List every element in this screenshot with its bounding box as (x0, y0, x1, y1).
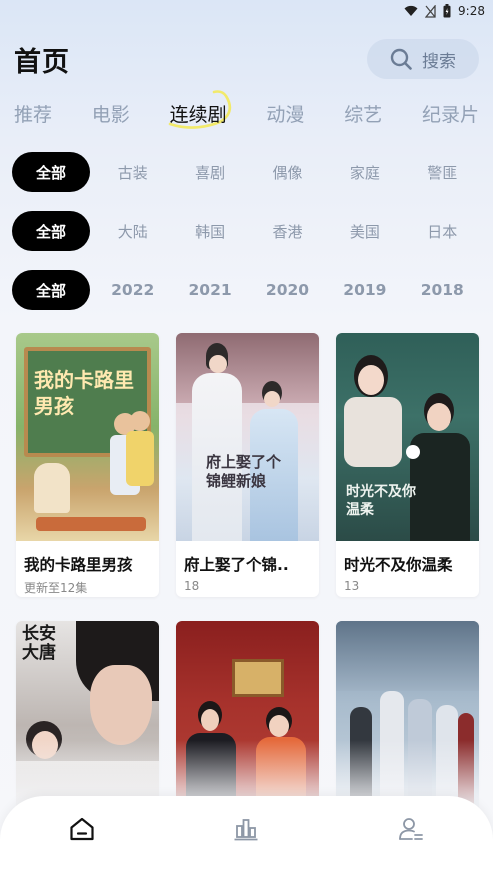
home-icon (70, 817, 94, 841)
genre-option[interactable]: 喜剧 (195, 162, 225, 183)
poster-image: 府上娶了个锦鲤新娘 (176, 333, 319, 541)
card-episodes: 18 (184, 579, 200, 593)
header: 首页 搜索 (14, 36, 479, 82)
poster-title: 府上娶了个锦鲤新娘 (206, 453, 282, 490)
wifi-icon (404, 5, 418, 17)
poster-image: 我的卡路里男孩 (16, 333, 159, 541)
tab-series[interactable]: 连续剧 (168, 89, 231, 129)
year-option[interactable]: 2019 (343, 281, 386, 299)
series-card[interactable]: 我的卡路里男孩 我的卡路里男孩 更新至12集 (16, 333, 159, 597)
bottom-nav (0, 796, 493, 876)
tab-series-label: 连续剧 (169, 103, 227, 126)
region-filter-row: 全部 大陆 韩国 香港 美国 日本 (12, 211, 481, 251)
status-time: 9:28 (458, 4, 485, 18)
region-option[interactable]: 日本 (427, 221, 457, 242)
poster-title: 我的卡路里男孩 (34, 368, 134, 418)
nav-ranking[interactable] (216, 816, 276, 842)
poster-image: 时光不及你温柔 (336, 333, 479, 541)
battery-icon (443, 4, 451, 18)
tab-recommend[interactable]: 推荐 (14, 100, 52, 127)
poster-title: 时光不及你温柔 (346, 484, 416, 518)
region-option[interactable]: 大陆 (118, 221, 148, 242)
signal-off-icon (425, 4, 436, 18)
search-label: 搜索 (422, 51, 456, 72)
page-title: 首页 (14, 46, 70, 78)
genre-all-chip[interactable]: 全部 (12, 152, 90, 192)
year-option[interactable]: 2020 (266, 281, 309, 299)
genre-filter-row: 全部 古装 喜剧 偶像 家庭 警匪 (12, 152, 481, 192)
series-card[interactable]: 府上娶了个锦鲤新娘 府上娶了个锦.. 18 (176, 333, 319, 597)
card-episodes: 更新至12集 (24, 581, 88, 595)
series-card[interactable]: 时光不及你温柔 时光不及你温柔 13 (336, 333, 479, 597)
poster-title: 长安大唐 (22, 624, 56, 663)
region-option[interactable]: 韩国 (195, 221, 225, 242)
region-option[interactable]: 香港 (272, 221, 302, 242)
genre-option[interactable]: 古装 (118, 162, 148, 183)
nav-home[interactable] (52, 816, 112, 842)
card-title: 府上娶了个锦.. (184, 556, 289, 574)
year-option[interactable]: 2022 (111, 281, 154, 299)
year-option[interactable]: 2021 (189, 281, 232, 299)
series-grid: 我的卡路里男孩 我的卡路里男孩 更新至12集 府上娶了个锦鲤新娘 府上娶了个锦.… (16, 333, 479, 876)
bar-chart-icon (234, 819, 258, 841)
nav-profile[interactable] (381, 816, 441, 842)
status-bar: 9:28 (0, 0, 493, 22)
tab-anime[interactable]: 动漫 (266, 100, 304, 127)
category-tabs: 推荐 电影 连续剧 动漫 综艺 纪录片 (14, 89, 479, 130)
region-all-chip[interactable]: 全部 (12, 211, 90, 251)
search-icon (390, 48, 412, 70)
tab-documentary[interactable]: 纪录片 (422, 100, 479, 127)
region-option[interactable]: 美国 (350, 221, 380, 242)
genre-option[interactable]: 偶像 (272, 162, 302, 183)
card-episodes: 13 (344, 579, 360, 593)
card-title: 时光不及你温柔 (344, 556, 453, 574)
year-option[interactable]: 2018 (421, 281, 464, 299)
genre-option[interactable]: 警匪 (427, 162, 457, 183)
search-button[interactable]: 搜索 (367, 39, 479, 79)
tab-variety[interactable]: 综艺 (344, 100, 382, 127)
genre-option[interactable]: 家庭 (350, 162, 380, 183)
user-icon (398, 818, 423, 840)
tab-movie[interactable]: 电影 (92, 100, 130, 127)
year-filter-row: 全部 2022 2021 2020 2019 2018 (12, 270, 481, 310)
year-all-chip[interactable]: 全部 (12, 270, 90, 310)
card-title: 我的卡路里男孩 (24, 556, 133, 574)
